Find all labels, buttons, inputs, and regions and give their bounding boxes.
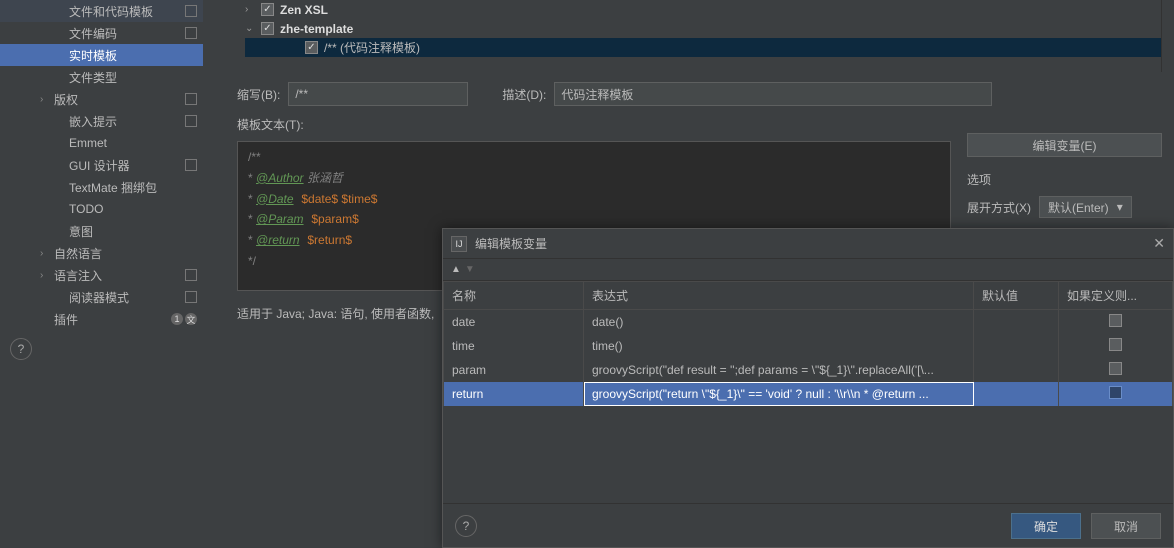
sidebar-item-label: 版权 <box>50 91 185 108</box>
chevron-down-icon: ▾ <box>1117 200 1123 214</box>
skip-if-defined[interactable] <box>1059 334 1173 358</box>
var-name[interactable]: return <box>444 382 584 406</box>
sidebar-item[interactable]: 插件1文 <box>0 308 203 330</box>
var-expr[interactable]: groovyScript("def result = '';def params… <box>584 358 974 382</box>
sidebar-item-label: 插件 <box>50 311 171 328</box>
variables-table[interactable]: 名称 表达式 默认值 如果定义则... datedate()timetime()… <box>443 281 1173 406</box>
cancel-button[interactable]: 取消 <box>1091 513 1161 539</box>
sidebar-item-label: GUI 设计器 <box>65 157 185 174</box>
chevron-icon: › <box>245 4 255 15</box>
sidebar-item-label: 意图 <box>65 223 203 240</box>
move-down-icon: ▼ <box>465 264 475 275</box>
project-badge-icon <box>185 27 197 39</box>
sidebar-item[interactable]: 阅读器模式 <box>0 286 203 308</box>
var-name[interactable]: time <box>444 334 584 358</box>
sidebar-item-label: 阅读器模式 <box>65 289 185 306</box>
var-default[interactable] <box>974 382 1059 406</box>
skip-if-defined[interactable] <box>1059 310 1173 335</box>
sidebar-item[interactable]: 文件和代码模板 <box>0 0 203 22</box>
sidebar-item-label: 语言注入 <box>50 267 185 284</box>
checkbox[interactable]: ✓ <box>305 41 318 54</box>
project-badge-icon <box>185 159 197 171</box>
expand-label: 展开方式(X) <box>967 199 1031 216</box>
checkbox[interactable]: ✓ <box>261 3 274 16</box>
sidebar-item[interactable]: 嵌入提示 <box>0 110 203 132</box>
sidebar-item[interactable]: GUI 设计器 <box>0 154 203 176</box>
sidebar-item-label: 嵌入提示 <box>65 113 185 130</box>
applicable-text: 适用于 Java; Java: 语句, 使用者函数, <box>237 305 434 322</box>
sidebar-item-label: 文件编码 <box>65 25 185 42</box>
chevron-icon: ⌄ <box>245 23 255 34</box>
move-up-icon[interactable]: ▲ <box>451 264 461 275</box>
tree-row[interactable]: › ✓ Zen XSL <box>245 0 1161 19</box>
sidebar-item-label: TODO <box>65 202 203 216</box>
sidebar-item-label: 文件和代码模板 <box>65 3 185 20</box>
sidebar-item[interactable]: ›版权 <box>0 88 203 110</box>
sidebar-item-label: TextMate 捆绑包 <box>65 179 203 196</box>
tree-label: Zen XSL <box>280 3 328 17</box>
help-icon[interactable]: ? <box>10 338 32 360</box>
project-badge-icon <box>185 115 197 127</box>
var-default[interactable] <box>974 334 1059 358</box>
options-label: 选项 <box>967 171 1162 188</box>
chevron-icon: › <box>40 94 50 105</box>
ok-button[interactable]: 确定 <box>1011 513 1081 539</box>
tree-label: /** (代码注释模板) <box>324 39 420 56</box>
sidebar-item-label: 实时模板 <box>65 47 203 64</box>
tree-row[interactable]: ⌄ ✓ zhe-template <box>245 19 1161 38</box>
badge-icon: 1 <box>171 313 183 325</box>
sidebar-item[interactable]: TODO <box>0 198 203 220</box>
tree-row[interactable]: ✓ /** (代码注释模板) <box>245 38 1161 57</box>
table-row[interactable]: returngroovyScript("return \"${_1}\" == … <box>444 382 1173 406</box>
sidebar-item[interactable]: 意图 <box>0 220 203 242</box>
chevron-icon: › <box>40 270 50 281</box>
var-default[interactable] <box>974 358 1059 382</box>
expand-with-dropdown[interactable]: 默认(Enter)▾ <box>1039 196 1132 218</box>
var-name[interactable]: date <box>444 310 584 335</box>
sidebar-item[interactable]: 文件编码 <box>0 22 203 44</box>
var-default[interactable] <box>974 310 1059 335</box>
badge-icon: 文 <box>185 313 197 325</box>
table-row[interactable]: datedate() <box>444 310 1173 335</box>
project-badge-icon <box>185 93 197 105</box>
var-name[interactable]: param <box>444 358 584 382</box>
tree-label: zhe-template <box>280 22 353 36</box>
edit-template-variables-dialog: IJ 编辑模板变量 ✕ ▲ ▼ 名称 表达式 默认值 如果定义则... date… <box>442 228 1174 548</box>
description-input[interactable] <box>554 82 992 106</box>
app-icon: IJ <box>451 236 467 252</box>
dialog-title: 编辑模板变量 <box>475 235 547 252</box>
chevron-icon: › <box>40 248 50 259</box>
sidebar-item[interactable]: 文件类型 <box>0 66 203 88</box>
abbr-label: 缩写(B): <box>237 86 280 103</box>
project-badge-icon <box>185 269 197 281</box>
project-badge-icon <box>185 5 197 17</box>
table-row[interactable]: paramgroovyScript("def result = '';def p… <box>444 358 1173 382</box>
checkbox[interactable]: ✓ <box>261 22 274 35</box>
project-badge-icon <box>185 291 197 303</box>
table-row[interactable]: timetime() <box>444 334 1173 358</box>
close-icon[interactable]: ✕ <box>1153 235 1165 252</box>
var-expr[interactable]: date() <box>584 310 974 335</box>
skip-if-defined[interactable] <box>1059 382 1173 406</box>
template-tree: › ✓ Zen XSL ⌄ ✓ zhe-template ✓ /** (代码注释模板) <box>245 0 1162 72</box>
sidebar-item[interactable]: TextMate 捆绑包 <box>0 176 203 198</box>
sidebar-item[interactable]: 实时模板 <box>0 44 203 66</box>
sidebar-item-label: Emmet <box>65 136 203 150</box>
skip-if-defined[interactable] <box>1059 358 1173 382</box>
sidebar-item[interactable]: ›语言注入 <box>0 264 203 286</box>
var-expr[interactable]: groovyScript("return \"${_1}\" == 'void'… <box>584 382 974 406</box>
sidebar-item-label: 文件类型 <box>65 69 203 86</box>
edit-variables-button[interactable]: 编辑变量(E) <box>967 133 1162 157</box>
sidebar-item[interactable]: Emmet <box>0 132 203 154</box>
desc-label: 描述(D): <box>502 86 546 103</box>
template-text-label: 模板文本(T): <box>237 116 304 133</box>
var-expr[interactable]: time() <box>584 334 974 358</box>
sidebar-item[interactable]: ›自然语言 <box>0 242 203 264</box>
sidebar: 文件和代码模板文件编码实时模板文件类型›版权嵌入提示EmmetGUI 设计器Te… <box>0 0 203 415</box>
dialog-help-icon[interactable]: ? <box>455 515 477 537</box>
abbreviation-input[interactable] <box>288 82 468 106</box>
sidebar-item-label: 自然语言 <box>50 245 203 262</box>
